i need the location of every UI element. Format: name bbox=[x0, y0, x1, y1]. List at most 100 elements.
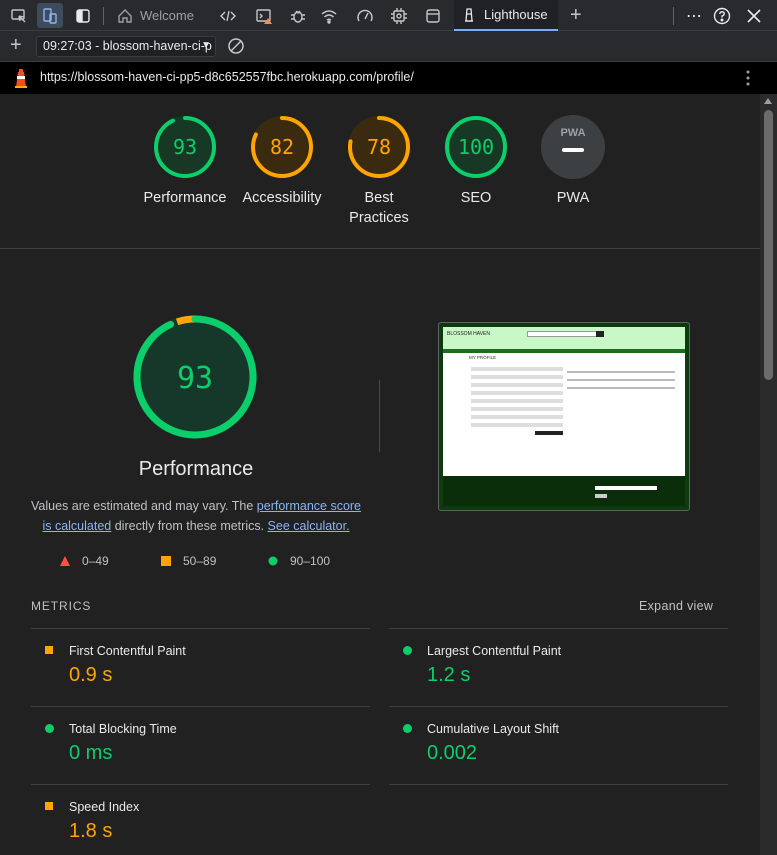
separator bbox=[673, 7, 674, 25]
thumb-button bbox=[535, 431, 563, 435]
legend-range: 50–89 bbox=[183, 554, 217, 568]
performance-gauge-icon[interactable] bbox=[352, 3, 378, 28]
see-calculator-link[interactable]: See calculator. bbox=[268, 519, 350, 533]
kebab-menu-icon[interactable] bbox=[742, 69, 754, 87]
divider bbox=[389, 706, 728, 707]
performance-score-value: 93 bbox=[177, 361, 213, 396]
legend-pass: 90–100 bbox=[268, 554, 330, 568]
legend-range: 0–49 bbox=[82, 554, 109, 568]
block-icon bbox=[228, 38, 244, 54]
legend-range: 90–100 bbox=[290, 554, 331, 568]
home-icon bbox=[118, 8, 132, 23]
gauge-seo[interactable]: 100 SEO bbox=[421, 114, 531, 208]
circle-icon bbox=[403, 646, 412, 655]
chevron-down-icon: ▼ bbox=[201, 40, 211, 51]
device-emulation-icon[interactable] bbox=[37, 3, 63, 28]
divider bbox=[389, 628, 728, 629]
triangle-icon bbox=[60, 556, 70, 566]
pwa-badge-text: PWA bbox=[560, 127, 585, 139]
add-tab-button[interactable]: + bbox=[564, 0, 588, 31]
thumb-search bbox=[527, 331, 601, 337]
page-url[interactable]: https://blossom-haven-ci-pp5-d8c652557fb… bbox=[40, 70, 414, 84]
metric-value: 0.002 bbox=[427, 742, 478, 764]
debugger-bug-icon[interactable] bbox=[285, 3, 311, 28]
divider bbox=[31, 784, 370, 785]
gauge-label: SEO bbox=[460, 190, 492, 206]
thumb-field bbox=[471, 383, 563, 387]
metric-value: 0 ms bbox=[69, 742, 113, 764]
thumb-field bbox=[471, 415, 563, 419]
metric-value: 1.2 s bbox=[427, 664, 471, 686]
close-devtools-button[interactable] bbox=[741, 3, 767, 28]
desc-text: Values are estimated and may vary. The bbox=[30, 499, 257, 513]
thumb-newsletter-input bbox=[595, 486, 657, 490]
pwa-badge-icon: PWA bbox=[541, 115, 605, 179]
thumb-heading: MY PROFILE bbox=[469, 355, 497, 360]
divider bbox=[0, 248, 760, 249]
dock-side-icon[interactable] bbox=[70, 3, 96, 28]
score-ring: 93 bbox=[154, 116, 216, 178]
scrollbar[interactable] bbox=[760, 94, 777, 855]
thumb-field bbox=[471, 375, 563, 379]
help-icon bbox=[713, 7, 731, 24]
tab-lighthouse[interactable]: Lighthouse bbox=[454, 0, 558, 31]
performance-title: Performance bbox=[138, 458, 254, 480]
report-select[interactable]: 09:27:03 - blossom-haven-ci-p ▼ bbox=[36, 36, 216, 57]
scroll-thumb[interactable] bbox=[764, 110, 773, 380]
thumb-brand: BLOSSOM HAVEN bbox=[447, 331, 490, 337]
gauge-best-practices[interactable]: 78 Best Practices bbox=[324, 114, 434, 228]
score-ring: 82 bbox=[251, 116, 313, 178]
tab-label: Welcome bbox=[140, 8, 194, 23]
score-value: 100 bbox=[458, 135, 494, 159]
metrics-heading: METRICS bbox=[31, 599, 92, 613]
metric-value: 1.8 s bbox=[69, 820, 113, 842]
metric-name: Cumulative Layout Shift bbox=[427, 722, 560, 736]
tab-welcome[interactable]: Welcome bbox=[110, 0, 200, 31]
scroll-up-arrow-icon[interactable] bbox=[764, 98, 772, 104]
legend-average: 50–89 bbox=[161, 554, 216, 568]
gauge-pwa[interactable]: PWA PWA bbox=[518, 114, 628, 208]
circle-icon bbox=[403, 724, 412, 733]
new-report-button[interactable]: + bbox=[10, 35, 22, 55]
desc-text: directly from these metrics. bbox=[111, 519, 268, 533]
gauge-label: Performance bbox=[143, 190, 227, 206]
metric-name: First Contentful Paint bbox=[69, 644, 186, 658]
devtools-tabbar: Welcome Lighthouse + ⋯ bbox=[0, 0, 777, 31]
square-icon bbox=[161, 556, 171, 566]
final-screenshot[interactable]: BLOSSOM HAVEN MY PROFILE bbox=[438, 322, 690, 511]
square-icon bbox=[45, 646, 53, 654]
inspect-element-icon[interactable] bbox=[6, 3, 32, 28]
report-content: 93 Performance 82 Accessibility 78 Best Pract… bbox=[0, 94, 760, 855]
metric-value: 0.9 s bbox=[69, 664, 113, 686]
thumb-field bbox=[471, 399, 563, 403]
help-button[interactable] bbox=[709, 3, 735, 28]
metric-name: Largest Contentful Paint bbox=[427, 644, 562, 658]
metric-name: Speed Index bbox=[69, 800, 140, 814]
thumb-body: MY PROFILE bbox=[443, 353, 685, 476]
lighthouse-logo-icon bbox=[15, 69, 27, 88]
lighthouse-toolbar: + 09:27:03 - blossom-haven-ci-p ▼ bbox=[0, 31, 777, 62]
thumb-field bbox=[471, 391, 563, 395]
gauge-label: Best Practices bbox=[349, 190, 409, 226]
tab-label: Lighthouse bbox=[484, 7, 548, 22]
application-window-icon[interactable] bbox=[420, 3, 446, 28]
square-icon bbox=[45, 802, 53, 810]
more-tools-button[interactable]: ⋯ bbox=[680, 0, 708, 31]
expand-view-toggle[interactable]: Expand view bbox=[639, 599, 713, 613]
gauge-label: PWA bbox=[556, 190, 590, 206]
score-ring: 100 bbox=[445, 116, 507, 178]
divider bbox=[31, 628, 370, 629]
console-icon[interactable] bbox=[251, 3, 277, 28]
elements-icon[interactable] bbox=[215, 3, 241, 28]
thumb-footer bbox=[443, 476, 685, 506]
clear-reports-button[interactable] bbox=[227, 37, 245, 55]
thumb-table-row bbox=[567, 387, 675, 389]
gauge-performance[interactable]: 93 Performance bbox=[130, 114, 240, 208]
gauge-accessibility[interactable]: 82 Accessibility bbox=[227, 114, 337, 208]
gauge-label: Accessibility bbox=[242, 190, 322, 206]
report-select-value: 09:27:03 - blossom-haven-ci-p bbox=[43, 39, 212, 53]
memory-chip-icon[interactable] bbox=[386, 3, 412, 28]
close-icon bbox=[747, 8, 761, 23]
separator bbox=[103, 7, 104, 25]
network-wifi-icon[interactable] bbox=[316, 3, 342, 28]
